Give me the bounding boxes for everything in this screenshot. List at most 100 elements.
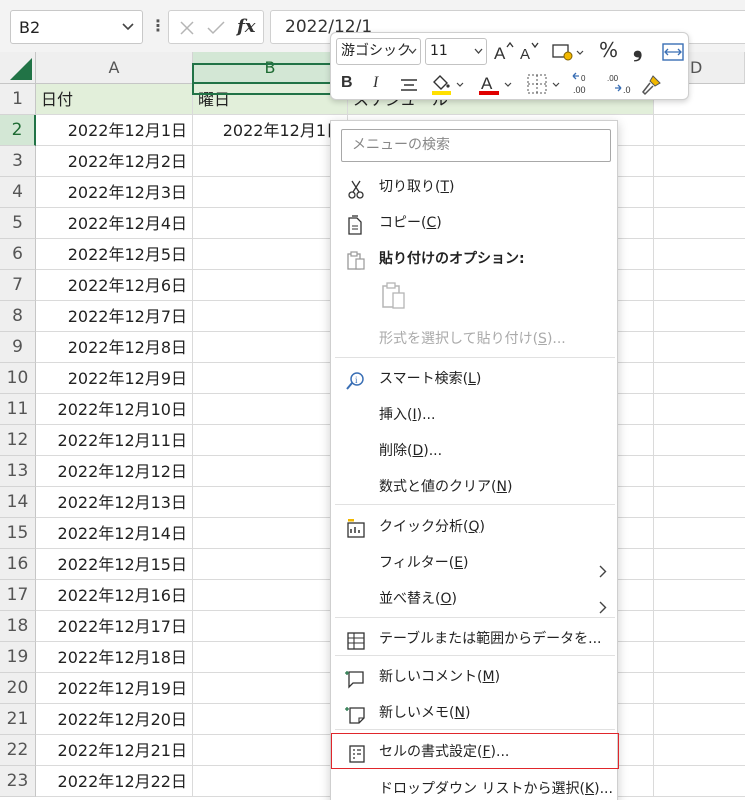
row-header[interactable]: 2 [0,115,36,146]
cell-d[interactable] [654,549,745,580]
cell-weekday[interactable] [193,301,348,332]
menu-item-get-data-from-table[interactable]: テーブルまたは範囲からデータを... [331,621,619,657]
cell-weekday[interactable] [193,735,348,766]
row-header[interactable]: 20 [0,673,36,704]
cell-d[interactable] [654,642,745,673]
row-header[interactable]: 3 [0,146,36,177]
menu-item-new-note[interactable]: 新しいメモ(N) [331,695,619,731]
column-header-a[interactable]: A [36,52,193,84]
wrap-columns-icon[interactable] [662,39,684,65]
italic-button[interactable]: I [373,70,378,96]
menu-item-cut[interactable]: 切り取り(T) [331,169,619,205]
menu-item-insert[interactable]: 挿入(I)... [331,397,619,433]
cell-date[interactable]: 2022年12月20日 [36,704,193,735]
row-header[interactable]: 22 [0,735,36,766]
cell-weekday[interactable] [193,487,348,518]
cell-weekday[interactable] [193,363,348,394]
row-header[interactable]: 14 [0,487,36,518]
cell-date[interactable]: 2022年12月4日 [36,208,193,239]
comma-style-icon[interactable]: ❟ [633,35,642,61]
cell-date[interactable]: 2022年12月1日 [36,115,193,146]
cell-weekday[interactable] [193,332,348,363]
chevron-down-icon[interactable] [122,23,134,31]
enter-check-icon[interactable] [207,20,225,36]
decrease-decimal-icon[interactable]: .00 .0 [605,71,633,97]
cell-date[interactable]: 2022年12月3日 [36,177,193,208]
cell-date[interactable]: 2022年12月19日 [36,673,193,704]
cell-weekday[interactable] [193,456,348,487]
active-cell-b2[interactable] [192,63,351,97]
insert-function-icon[interactable]: fx [237,16,255,37]
cell-date[interactable]: 2022年12月12日 [36,456,193,487]
formula-bar-more-icon[interactable]: ⋮ [150,16,166,35]
cell-d[interactable] [654,208,745,239]
cell-date[interactable]: 2022年12月21日 [36,735,193,766]
cell-d[interactable] [654,704,745,735]
row-header[interactable]: 1 [0,84,36,115]
cell-weekday[interactable] [193,270,348,301]
cell-weekday[interactable] [193,146,348,177]
increase-font-size-icon[interactable]: A [493,39,515,65]
menu-item-clear-contents[interactable]: 数式と値のクリア(N) [331,469,619,505]
cell-weekday[interactable] [193,704,348,735]
percent-style-icon[interactable]: % [599,37,618,63]
cell-weekday[interactable] [193,673,348,704]
cell-date[interactable]: 2022年12月14日 [36,518,193,549]
cell-date[interactable]: 2022年12月2日 [36,146,193,177]
cell-date[interactable]: 2022年12月11日 [36,425,193,456]
format-painter-icon[interactable] [639,72,663,98]
cell-date[interactable]: 2022年12月22日 [36,766,193,797]
borders-icon[interactable] [525,71,563,97]
name-box[interactable]: B2 [10,10,143,44]
menu-search-input[interactable]: メニューの検索 [341,129,611,162]
cell-d[interactable] [654,177,745,208]
increase-decimal-icon[interactable]: 0.00 [571,71,599,97]
row-header[interactable]: 17 [0,580,36,611]
cell-weekday[interactable] [193,394,348,425]
cell-date[interactable]: 2022年12月17日 [36,611,193,642]
align-center-icon[interactable] [399,73,419,99]
cell-date[interactable]: 2022年12月6日 [36,270,193,301]
accounting-format-icon[interactable] [551,39,585,65]
cell-weekday[interactable] [193,425,348,456]
bold-button[interactable]: B [341,70,353,96]
row-header[interactable]: 6 [0,239,36,270]
cell-weekday[interactable] [193,177,348,208]
menu-item-format-cells[interactable]: セルの書式設定(F)... [331,733,619,769]
row-header[interactable]: 4 [0,177,36,208]
row-header[interactable]: 9 [0,332,36,363]
select-all-corner[interactable] [0,52,36,84]
row-header[interactable]: 5 [0,208,36,239]
cell-date[interactable]: 2022年12月18日 [36,642,193,673]
cell-weekday[interactable] [193,208,348,239]
cell-date[interactable]: 2022年12月8日 [36,332,193,363]
cell-date[interactable]: 2022年12月7日 [36,301,193,332]
decrease-font-size-icon[interactable]: A [519,39,541,65]
cell-d[interactable] [654,115,745,146]
row-header[interactable]: 7 [0,270,36,301]
cell-d[interactable] [654,270,745,301]
cell-date[interactable]: 2022年12月10日 [36,394,193,425]
menu-item-quick-analysis[interactable]: クイック分析(Q) [331,509,619,545]
menu-item-smart-lookup[interactable]: i スマート検索(L) [331,361,619,397]
cell-date[interactable]: 2022年12月5日 [36,239,193,270]
cell-d[interactable] [654,332,745,363]
font-name-select[interactable]: 游ゴシック [336,38,421,65]
cell-d[interactable] [654,456,745,487]
cell-d[interactable] [654,239,745,270]
cell-weekday[interactable] [193,766,348,797]
cell-weekday[interactable] [193,518,348,549]
row-header[interactable]: 18 [0,611,36,642]
cell-weekday[interactable] [193,642,348,673]
cell-d[interactable] [654,735,745,766]
menu-item-delete[interactable]: 削除(D)... [331,433,619,469]
cell-d[interactable] [654,611,745,642]
cell-d[interactable] [654,518,745,549]
cell-date[interactable]: 2022年12月16日 [36,580,193,611]
cell-b2[interactable]: 2022年12月1日 [193,115,348,146]
cell-date[interactable]: 2022年12月9日 [36,363,193,394]
cancel-icon[interactable] [179,20,195,36]
fill-color-icon[interactable] [429,71,467,97]
cell-date[interactable]: 2022年12月13日 [36,487,193,518]
row-header[interactable]: 12 [0,425,36,456]
